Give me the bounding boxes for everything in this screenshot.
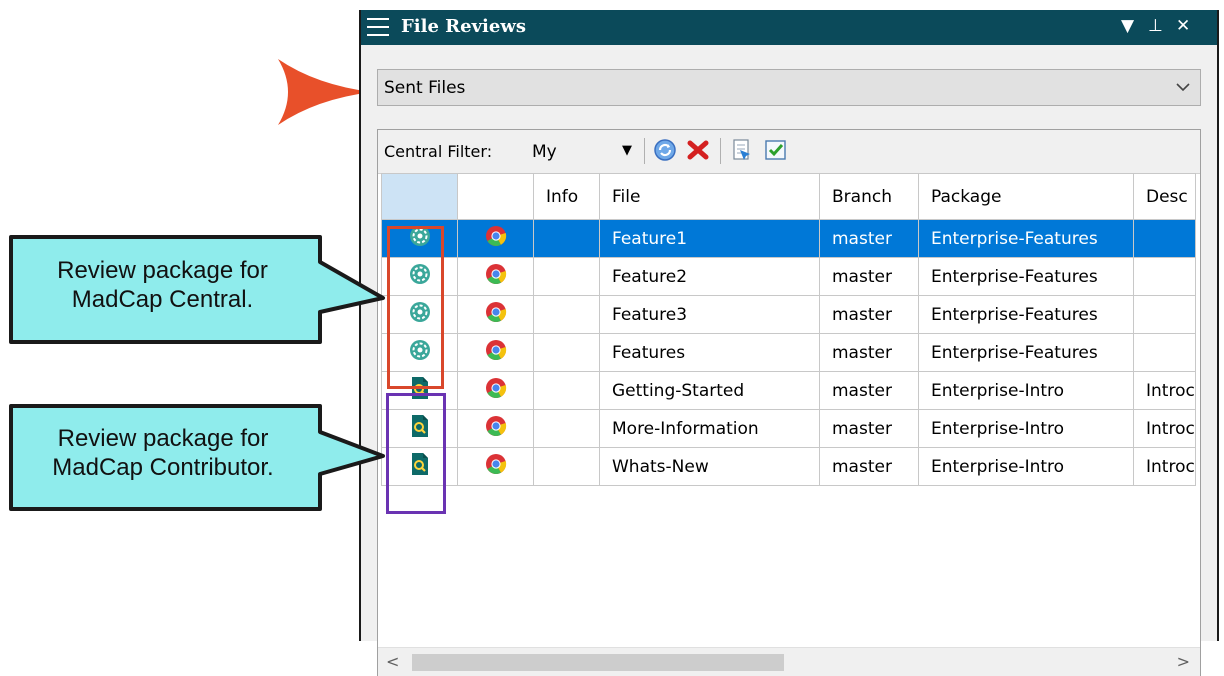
package-cell[interactable]: Enterprise-Features xyxy=(918,219,1134,258)
pin-icon[interactable]: ⊥ xyxy=(1148,16,1163,36)
panel-body: Sent Files Central Filter: My ▼ Info Fil… xyxy=(361,45,1217,676)
package-cell[interactable]: Enterprise-Features xyxy=(918,257,1134,296)
app-icon-cell[interactable] xyxy=(457,371,534,410)
app-icon-cell[interactable] xyxy=(457,333,534,372)
dropdown-caret-icon[interactable]: ▼ xyxy=(1121,16,1134,36)
app-icon-cell[interactable] xyxy=(457,219,534,258)
contributor-packages-highlight xyxy=(386,393,446,514)
branch-cell[interactable]: master xyxy=(819,257,919,296)
column-header-package[interactable]: Package xyxy=(918,173,1134,220)
toolbar-separator xyxy=(720,138,721,164)
column-header-file[interactable]: File xyxy=(599,173,820,220)
callout-text-central: Review package for MadCap Central. xyxy=(57,257,268,313)
file-cell[interactable]: Features xyxy=(599,333,820,372)
chrome-icon xyxy=(485,339,507,366)
file-grid-container: Central Filter: My ▼ Info File Branch Pa… xyxy=(377,129,1201,676)
scroll-left-icon[interactable]: < xyxy=(386,652,399,671)
chrome-icon xyxy=(485,263,507,290)
callout-text-contributor: Review package for MadCap Contributor. xyxy=(52,425,274,481)
file-cell[interactable]: Feature3 xyxy=(599,295,820,334)
info-cell[interactable] xyxy=(533,333,600,372)
description-cell[interactable]: Introc xyxy=(1133,447,1196,486)
package-cell[interactable]: Enterprise-Intro xyxy=(918,371,1134,410)
branch-cell[interactable]: master xyxy=(819,447,919,486)
window-title: File Reviews xyxy=(401,16,526,37)
table-row[interactable]: Feature2 master Enterprise-Features xyxy=(381,257,1196,296)
branch-cell[interactable]: master xyxy=(819,409,919,448)
chrome-icon xyxy=(485,225,507,252)
branch-cell[interactable]: master xyxy=(819,371,919,410)
column-header-info[interactable]: Info xyxy=(533,173,600,220)
close-icon[interactable]: ✕ xyxy=(1176,16,1190,36)
file-reviews-table: Info File Branch Package Desc Feature1 ma… xyxy=(381,173,1196,486)
description-cell[interactable] xyxy=(1133,295,1196,334)
info-cell[interactable] xyxy=(533,409,600,448)
package-cell[interactable]: Enterprise-Features xyxy=(918,295,1134,334)
file-cell[interactable]: Whats-New xyxy=(599,447,820,486)
open-package-icon[interactable] xyxy=(730,138,754,162)
branch-cell[interactable]: master xyxy=(819,219,919,258)
app-icon-cell[interactable] xyxy=(457,447,534,486)
branch-cell[interactable]: master xyxy=(819,295,919,334)
description-cell[interactable] xyxy=(1133,257,1196,296)
table-row[interactable]: Getting-Started master Enterprise-Intro Int… xyxy=(381,371,1196,410)
branch-cell[interactable]: master xyxy=(819,333,919,372)
app-icon-cell[interactable] xyxy=(457,295,534,334)
table-row[interactable]: Features master Enterprise-Features xyxy=(381,333,1196,372)
package-cell[interactable]: Enterprise-Intro xyxy=(918,409,1134,448)
view-selector-dropdown[interactable]: Sent Files xyxy=(377,69,1201,106)
delete-icon[interactable] xyxy=(686,138,710,162)
chrome-icon xyxy=(485,453,507,480)
central-filter-select[interactable]: My xyxy=(532,142,557,162)
view-selector-value: Sent Files xyxy=(384,78,466,98)
column-header-description[interactable]: Desc xyxy=(1133,173,1196,220)
info-cell[interactable] xyxy=(533,257,600,296)
grid-toolbar: Central Filter: My ▼ xyxy=(378,130,1200,174)
info-cell[interactable] xyxy=(533,371,600,410)
file-cell[interactable]: Feature2 xyxy=(599,257,820,296)
description-cell[interactable]: Introc xyxy=(1133,409,1196,448)
app-icon-cell[interactable] xyxy=(457,409,534,448)
file-reviews-panel: File Reviews ▼ ⊥ ✕ Sent Files Central Fi… xyxy=(359,10,1219,676)
chevron-down-icon xyxy=(1176,83,1190,92)
description-cell[interactable]: Introc xyxy=(1133,371,1196,410)
column-header-app[interactable] xyxy=(457,173,534,220)
chrome-icon xyxy=(485,377,507,404)
package-cell[interactable]: Enterprise-Intro xyxy=(918,447,1134,486)
chrome-icon xyxy=(485,415,507,442)
central-packages-highlight xyxy=(387,226,444,389)
central-filter-label: Central Filter: xyxy=(384,142,493,161)
file-cell[interactable]: Getting-Started xyxy=(599,371,820,410)
title-bar: File Reviews ▼ ⊥ ✕ xyxy=(361,10,1217,45)
hamburger-menu-icon[interactable] xyxy=(367,18,389,37)
accept-review-icon[interactable] xyxy=(764,138,788,162)
central-filter-arrow-icon[interactable]: ▼ xyxy=(622,143,632,158)
table-row[interactable]: Feature1 master Enterprise-Features xyxy=(381,219,1196,258)
scrollbar-thumb[interactable] xyxy=(412,654,784,671)
app-icon-cell[interactable] xyxy=(457,257,534,296)
package-cell[interactable]: Enterprise-Features xyxy=(918,333,1134,372)
info-cell[interactable] xyxy=(533,295,600,334)
column-header-branch[interactable]: Branch xyxy=(819,173,919,220)
description-cell[interactable] xyxy=(1133,219,1196,258)
info-cell[interactable] xyxy=(533,219,600,258)
file-cell[interactable]: Feature1 xyxy=(599,219,820,258)
column-header-type[interactable] xyxy=(381,173,458,220)
refresh-icon[interactable] xyxy=(653,138,677,162)
chrome-icon xyxy=(485,301,507,328)
table-row[interactable]: Whats-New master Enterprise-Intro Introc xyxy=(381,447,1196,486)
info-cell[interactable] xyxy=(533,447,600,486)
horizontal-scrollbar[interactable]: < > xyxy=(378,647,1200,676)
toolbar-separator xyxy=(644,138,645,164)
table-header-row: Info File Branch Package Desc xyxy=(381,173,1196,220)
table-row[interactable]: Feature3 master Enterprise-Features xyxy=(381,295,1196,334)
description-cell[interactable] xyxy=(1133,333,1196,372)
table-row[interactable]: More-Information master Enterprise-Intro In… xyxy=(381,409,1196,448)
scroll-right-icon[interactable]: > xyxy=(1177,652,1190,671)
file-cell[interactable]: More-Information xyxy=(599,409,820,448)
